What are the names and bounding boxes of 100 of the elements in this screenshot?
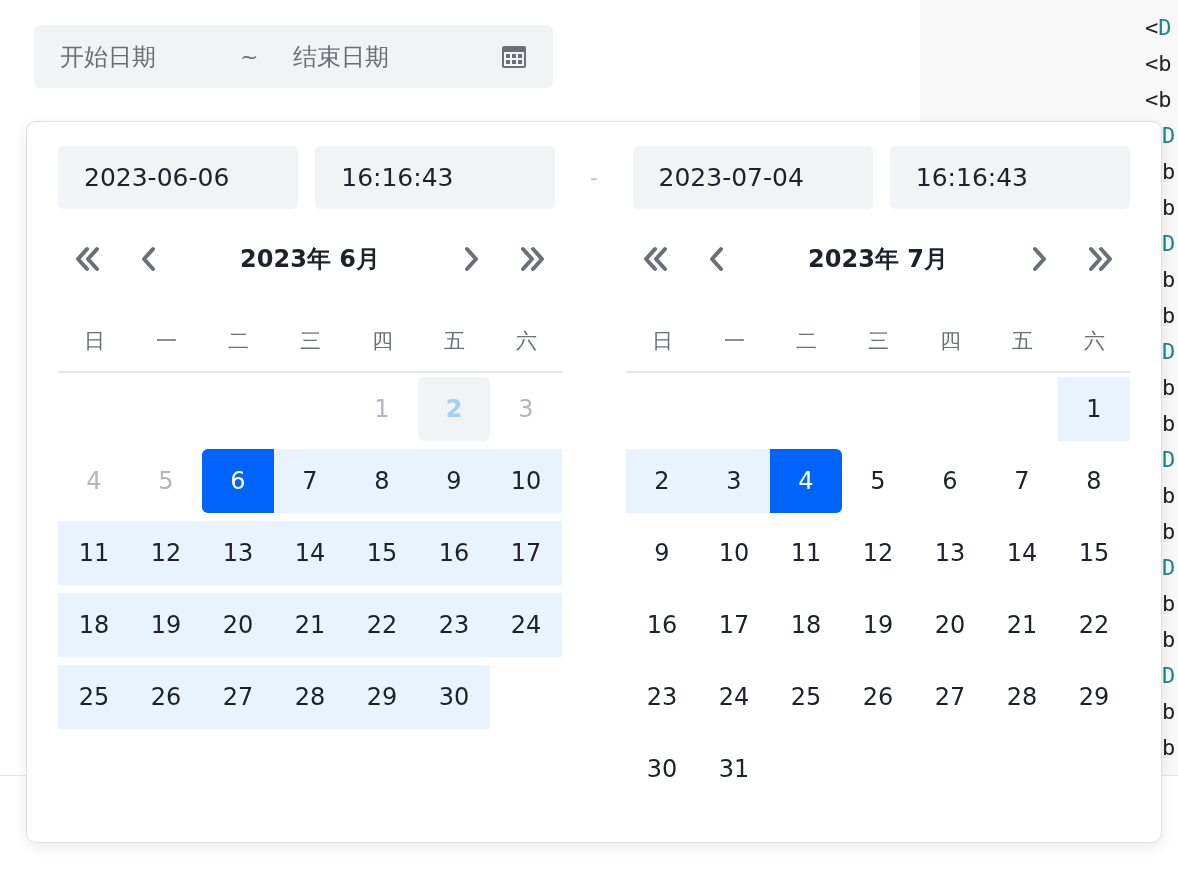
calendar-day[interactable]: 28	[986, 665, 1058, 729]
weekday-label: 三	[298, 328, 322, 355]
calendar-day[interactable]: 15	[346, 521, 418, 585]
calendar-day[interactable]: 14	[986, 521, 1058, 585]
calendar-day[interactable]: 7	[986, 449, 1058, 513]
calendar-day[interactable]: 26	[842, 665, 914, 729]
calendar-day[interactable]: 12	[130, 521, 202, 585]
weekday-label: 一	[722, 328, 746, 355]
calendar-day: 4	[58, 449, 130, 513]
weekday-label: 一	[154, 328, 178, 355]
calendar-day[interactable]: 19	[842, 593, 914, 657]
code-line: b	[1162, 302, 1176, 330]
calendar-day[interactable]: 27	[914, 665, 986, 729]
code-line: b	[1162, 266, 1176, 294]
range-separator: -	[589, 165, 599, 190]
calendar-day: 1	[346, 377, 418, 441]
calendar-day[interactable]: 29	[346, 665, 418, 729]
calendar-day[interactable]: 9	[626, 521, 698, 585]
calendar-day[interactable]: 24	[490, 593, 562, 657]
code-line: <D	[1145, 14, 1172, 42]
code-line: b	[1162, 410, 1176, 438]
calendar-day[interactable]: 6	[202, 449, 274, 513]
weekday-label: 二	[794, 328, 818, 355]
calendar-day[interactable]: 25	[58, 665, 130, 729]
calendar-day[interactable]: 17	[490, 521, 562, 585]
calendar-day[interactable]: 18	[770, 593, 842, 657]
code-line: D	[1162, 338, 1176, 366]
weekday-label: 五	[1010, 328, 1034, 355]
code-line: b	[1162, 482, 1176, 510]
calendar-day[interactable]: 13	[914, 521, 986, 585]
month-title: 2023年 7月	[807, 244, 949, 275]
weekday-label: 日	[650, 328, 674, 355]
code-line: D	[1162, 122, 1176, 150]
calendar-day[interactable]: 10	[698, 521, 770, 585]
calendar-day[interactable]: 25	[770, 665, 842, 729]
calendar-day[interactable]: 22	[346, 593, 418, 657]
calendar-day[interactable]: 8	[346, 449, 418, 513]
code-line: b	[1162, 194, 1176, 222]
calendar-day[interactable]: 4	[770, 449, 842, 513]
code-line: D	[1162, 554, 1176, 582]
weekday-label: 三	[866, 328, 890, 355]
calendar-day[interactable]: 19	[130, 593, 202, 657]
weekday-label: 日	[82, 328, 106, 355]
code-line: b	[1162, 518, 1176, 546]
calendar-day[interactable]: 28	[274, 665, 346, 729]
code-line: b	[1162, 698, 1176, 726]
weekday-label: 四	[370, 328, 394, 355]
calendar-day[interactable]: 13	[202, 521, 274, 585]
calendar-day[interactable]: 15	[1058, 521, 1130, 585]
weekday-label: 二	[226, 328, 250, 355]
calendar-day[interactable]: 30	[418, 665, 490, 729]
calendar-day[interactable]: 16	[418, 521, 490, 585]
weekday-label: 六	[514, 328, 538, 355]
start-time-field[interactable]: 16:16:43	[315, 146, 556, 209]
calendar-day[interactable]: 3	[698, 449, 770, 513]
weekday-label: 五	[442, 328, 466, 355]
code-line: b	[1162, 590, 1176, 618]
calendar-day[interactable]: 17	[698, 593, 770, 657]
calendar-day[interactable]: 5	[842, 449, 914, 513]
calendar-day[interactable]: 31	[698, 737, 770, 801]
calendar-day: 5	[130, 449, 202, 513]
calendar-day[interactable]: 11	[770, 521, 842, 585]
calendar-day[interactable]: 21	[986, 593, 1058, 657]
start-date-field[interactable]: 2023-06-06	[58, 146, 299, 209]
month-title: 2023年 6月	[239, 244, 381, 275]
calendar-day[interactable]: 21	[274, 593, 346, 657]
calendar-day[interactable]: 2	[626, 449, 698, 513]
calendar-day[interactable]: 27	[202, 665, 274, 729]
calendar-day[interactable]: 23	[626, 665, 698, 729]
end-date-field[interactable]: 2023-07-04	[632, 146, 873, 209]
calendar-day[interactable]: 18	[58, 593, 130, 657]
date-range-field[interactable]: 开始日期 ~ 结束日期	[34, 25, 553, 88]
calendar-day[interactable]: 14	[274, 521, 346, 585]
calendar-day[interactable]: 12	[842, 521, 914, 585]
calendar-day[interactable]: 6	[914, 449, 986, 513]
calendar-day[interactable]: 11	[58, 521, 130, 585]
code-line: <b	[1145, 50, 1172, 78]
code-line: D	[1162, 230, 1176, 258]
calendar-day[interactable]: 30	[626, 737, 698, 801]
calendar-day[interactable]: 10	[490, 449, 562, 513]
calendar-day[interactable]: 23	[418, 593, 490, 657]
weekday-label: 四	[938, 328, 962, 355]
calendar-day[interactable]: 16	[626, 593, 698, 657]
code-line: D	[1162, 662, 1176, 690]
end-time-field[interactable]: 16:16:43	[889, 146, 1130, 209]
calendar-icon	[501, 43, 527, 70]
calendar-day[interactable]: 24	[698, 665, 770, 729]
weekday-label: 六	[1082, 328, 1106, 355]
calendar-day[interactable]: 26	[130, 665, 202, 729]
calendar-day[interactable]: 7	[274, 449, 346, 513]
code-line: b	[1162, 374, 1176, 402]
code-line: b	[1162, 626, 1176, 654]
calendar-day[interactable]: 9	[418, 449, 490, 513]
calendar-day[interactable]: 22	[1058, 593, 1130, 657]
calendar-day[interactable]: 1	[1058, 377, 1130, 441]
calendar-day[interactable]: 20	[202, 593, 274, 657]
calendar-day[interactable]: 20	[914, 593, 986, 657]
code-line: D	[1162, 446, 1176, 474]
calendar-day[interactable]: 29	[1058, 665, 1130, 729]
calendar-day[interactable]: 8	[1058, 449, 1130, 513]
